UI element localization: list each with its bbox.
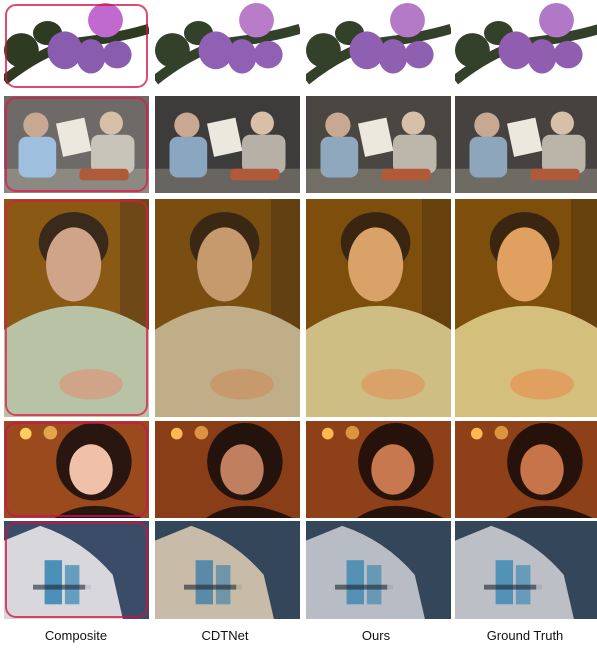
- smiling-woman-ours-image: [306, 421, 451, 518]
- woman-portrait-cdtnet-image: [155, 199, 300, 417]
- modern-building-gt-image: [455, 521, 597, 619]
- modern-building-ours-image: [306, 521, 451, 619]
- column-label-cdtnet: CDTNet: [201, 628, 249, 643]
- smiling-woman-gt-image: [455, 421, 597, 518]
- hibiscus-flower-composite-image: [4, 3, 149, 89]
- woman-portrait-gt-image: [455, 199, 597, 417]
- woman-portrait-ours-image: [306, 199, 451, 417]
- hibiscus-flower-gt-image: [455, 3, 597, 89]
- column-label-composite: Composite: [44, 628, 108, 643]
- modern-building-composite-image: [4, 521, 149, 619]
- comparison-grid: [0, 0, 597, 648]
- hibiscus-flower-cdtnet-image: [155, 3, 300, 89]
- children-reading-gt-image: [455, 96, 597, 193]
- hibiscus-flower-ours-image: [306, 3, 451, 89]
- woman-portrait-composite-image: [4, 199, 149, 417]
- children-reading-cdtnet-image: [155, 96, 300, 193]
- smiling-woman-composite-image: [4, 421, 149, 518]
- column-label-ours: Ours: [361, 628, 391, 643]
- children-reading-ours-image: [306, 96, 451, 193]
- children-reading-composite-image: [4, 96, 149, 193]
- smiling-woman-cdtnet-image: [155, 421, 300, 518]
- modern-building-cdtnet-image: [155, 521, 300, 619]
- column-label-ground-truth: Ground Truth: [486, 628, 564, 643]
